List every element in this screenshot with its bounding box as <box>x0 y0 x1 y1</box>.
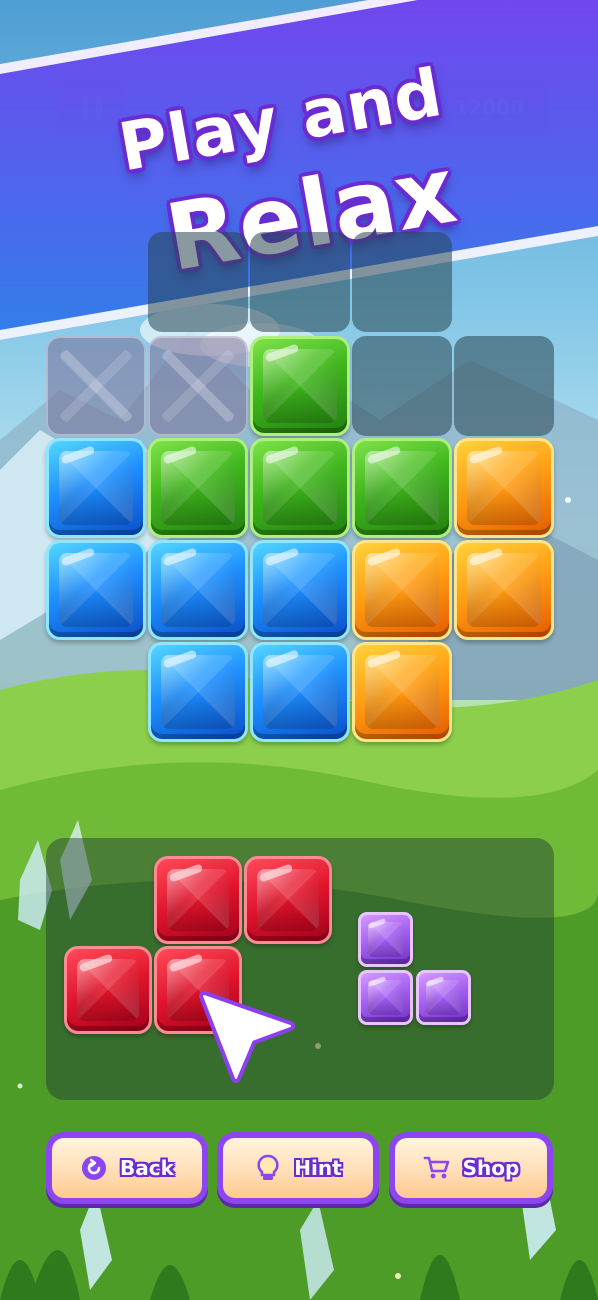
gem-block-blue <box>148 642 248 742</box>
gem-block-blue <box>46 540 146 640</box>
gem-block-red <box>64 946 152 1034</box>
back-button-label: Back <box>120 1156 174 1180</box>
gem-block-purple <box>416 970 471 1025</box>
piece-tray <box>46 838 554 1100</box>
hint-button-label: Hint <box>294 1156 342 1180</box>
board-cell[interactable] <box>148 232 248 332</box>
gem-block-red <box>244 856 332 944</box>
gem-block-orange <box>352 540 452 640</box>
board-cell-ghost[interactable] <box>46 336 146 436</box>
cart-icon <box>423 1154 451 1182</box>
gem-block-orange <box>454 438 554 538</box>
shop-button-label: Shop <box>462 1156 520 1180</box>
board-cell[interactable] <box>352 232 452 332</box>
hint-button[interactable]: Hint <box>217 1132 379 1204</box>
gem-block-blue <box>148 540 248 640</box>
gem-block-purple <box>358 970 413 1025</box>
board-cell[interactable] <box>250 232 350 332</box>
gem-block-green <box>250 336 350 436</box>
gem-block-green <box>352 438 452 538</box>
board-cell-ghost[interactable] <box>148 336 248 436</box>
tutorial-pointer-icon <box>196 988 296 1084</box>
gem-block-blue <box>46 438 146 538</box>
gem-block-green <box>148 438 248 538</box>
lightbulb-icon <box>254 1154 282 1182</box>
gem-block-orange <box>454 540 554 640</box>
gem-block-purple <box>358 912 413 967</box>
board-cell[interactable] <box>352 336 452 436</box>
back-button[interactable]: Back <box>46 1132 208 1204</box>
gem-block-blue <box>250 642 350 742</box>
shop-button[interactable]: Shop <box>389 1132 553 1204</box>
game-board[interactable] <box>46 232 554 742</box>
gem-block-red <box>154 856 242 944</box>
back-arrow-icon <box>80 1154 108 1182</box>
gem-block-green <box>250 438 350 538</box>
gem-block-blue <box>250 540 350 640</box>
gem-block-orange <box>352 642 452 742</box>
board-cell[interactable] <box>454 336 554 436</box>
